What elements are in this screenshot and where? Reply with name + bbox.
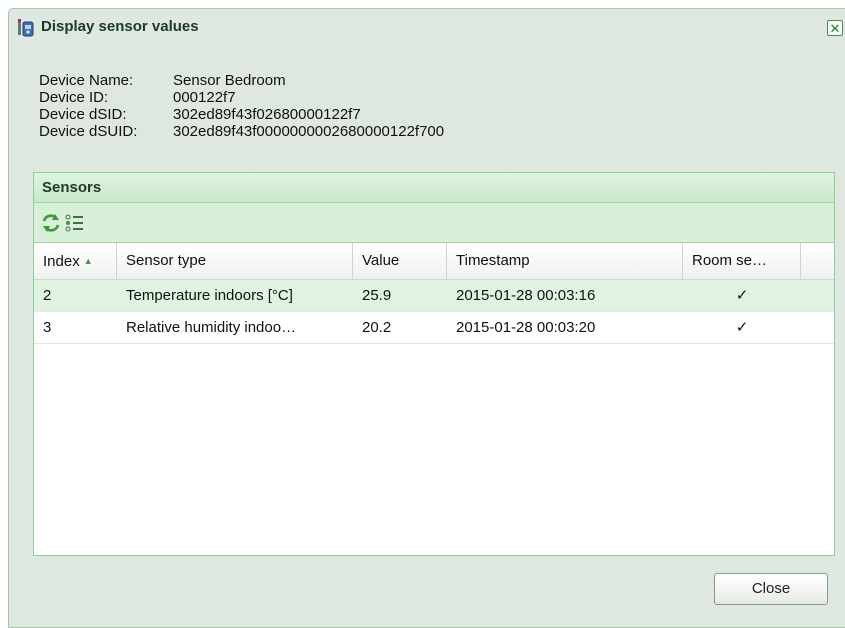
cell-value: 25.9 <box>362 287 392 304</box>
device-id-row: Device ID: 000122f7 <box>39 89 444 106</box>
device-name-label: Device Name: <box>39 72 134 89</box>
device-info: Device Name: Sensor Bedroom Device ID: 0… <box>39 72 444 140</box>
sort-ascending-icon: ▲ <box>83 256 93 266</box>
close-icon[interactable]: ✕ <box>827 20 843 36</box>
device-name-value: Sensor Bedroom <box>173 72 286 89</box>
device-dsid-value: 302ed89f43f02680000122f7 <box>173 106 361 123</box>
device-dsuid-label: Device dSUID: <box>39 123 138 140</box>
dialog-title: Display sensor values <box>41 18 199 35</box>
sensors-toolbar <box>34 203 834 243</box>
device-dsid-label: Device dSID: <box>39 106 127 123</box>
device-dsuid-value: 302ed89f43f0000000002680000122f700 <box>173 123 445 140</box>
cell-value: 20.2 <box>362 319 392 336</box>
device-id-value: 000122f7 <box>173 89 236 106</box>
cell-sensor-type: Relative humidity indoo… <box>126 319 297 336</box>
sensors-table-header: Index ▲ Sensor type Value Timestamp Room … <box>34 243 834 280</box>
close-button[interactable]: Close <box>714 573 828 605</box>
cell-index: 3 <box>43 319 52 336</box>
dialog-titlebar[interactable]: Display sensor values ✕ <box>9 9 845 45</box>
list-icon[interactable] <box>64 212 86 234</box>
dialog-window: Display sensor values ✕ Device Name: Sen… <box>8 8 845 628</box>
sensor-device-icon <box>18 19 34 37</box>
table-row[interactable]: 3 Relative humidity indoo… 20.2 2015-01-… <box>34 312 834 344</box>
sensors-panel-title: Sensors <box>34 173 834 203</box>
column-header-value[interactable]: Value <box>353 243 447 279</box>
column-header-sensor-type[interactable]: Sensor type <box>117 243 353 279</box>
sensors-panel: Sensors Index ▲ Sensor type Value Timesta… <box>33 172 835 556</box>
refresh-icon[interactable] <box>40 212 62 234</box>
cell-sensor-type: Temperature indoors [°C] <box>126 287 293 304</box>
column-header-timestamp[interactable]: Timestamp <box>447 243 683 279</box>
check-icon: ✓ <box>735 287 749 304</box>
device-id-label: Device ID: <box>39 89 109 106</box>
column-header-index-label: Index <box>43 253 80 270</box>
column-header-room-sensor[interactable]: Room se… <box>683 243 801 279</box>
check-icon: ✓ <box>735 319 749 336</box>
device-dsid-row: Device dSID: 302ed89f43f02680000122f7 <box>39 106 444 123</box>
cell-index: 2 <box>43 287 52 304</box>
table-row[interactable]: 2 Temperature indoors [°C] 25.9 2015-01-… <box>34 280 834 312</box>
cell-timestamp: 2015-01-28 00:03:20 <box>456 319 596 336</box>
device-name-row: Device Name: Sensor Bedroom <box>39 72 444 89</box>
column-header-index[interactable]: Index ▲ <box>34 243 117 279</box>
device-dsuid-row: Device dSUID: 302ed89f43f000000000268000… <box>39 123 444 140</box>
cell-timestamp: 2015-01-28 00:03:16 <box>456 287 596 304</box>
